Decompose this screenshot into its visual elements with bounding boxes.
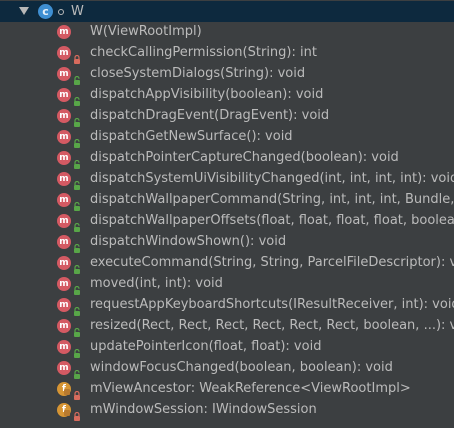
method-row[interactable]: m executeCommand(String, String, ParcelFi… <box>0 253 454 274</box>
method-row[interactable]: m checkCallingPermission(String): int <box>0 43 454 64</box>
method-icon: m <box>57 298 71 312</box>
structure-tree[interactable]: c W m W(ViewRootImpl) m checkCallingPermiss… <box>0 0 454 428</box>
method-label: executeCommand(String, String, ParcelFil… <box>90 255 454 270</box>
method-icon: m <box>57 319 71 333</box>
public-lock-icon <box>73 91 81 106</box>
method-row[interactable]: m resized(Rect, Rect, Rect, Rect, Rect, R… <box>0 316 454 337</box>
method-row[interactable]: m dispatchWindowShown(): void <box>0 232 454 253</box>
private-lock-icon <box>73 406 81 421</box>
public-lock-icon <box>73 70 81 85</box>
method-icon: m <box>57 214 71 228</box>
method-icon: m <box>57 172 71 186</box>
method-row[interactable]: m closeSystemDialogs(String): void <box>0 64 454 85</box>
method-label: moved(int, int): void <box>90 276 223 291</box>
class-label: W <box>71 4 84 19</box>
method-label: W(ViewRootImpl) <box>90 24 202 39</box>
public-lock-icon <box>73 112 81 127</box>
field-label: mWindowSession: IWindowSession <box>90 402 317 417</box>
package-private-visibility-icon <box>58 9 64 15</box>
method-label: dispatchAppVisibility(boolean): void <box>90 87 324 102</box>
method-label: dispatchGetNewSurface(): void <box>90 129 293 144</box>
method-label: windowFocusChanged(boolean, boolean): vo… <box>90 360 393 375</box>
method-row[interactable]: m W(ViewRootImpl) <box>0 22 454 43</box>
public-lock-icon <box>73 259 81 274</box>
private-lock-icon <box>64 410 70 416</box>
method-icon: m <box>57 130 71 144</box>
public-lock-icon <box>73 280 81 295</box>
private-lock-icon <box>73 385 81 400</box>
method-icon: m <box>57 235 71 249</box>
method-icon: m <box>57 46 71 60</box>
method-row[interactable]: m updatePointerIcon(float, float): void <box>0 337 454 358</box>
method-label: requestAppKeyboardShortcuts(IResultRecei… <box>90 297 454 312</box>
method-icon: m <box>57 25 71 39</box>
method-label: updatePointerIcon(float, float): void <box>90 339 322 354</box>
field-row[interactable]: fmViewAncestor: WeakReference<ViewRootIm… <box>0 379 454 400</box>
public-lock-icon <box>73 196 81 211</box>
method-row[interactable]: m dispatchWallpaperCommand(String, int, i… <box>0 190 454 211</box>
field-label: mViewAncestor: WeakReference<ViewRootImp… <box>90 381 411 396</box>
method-label: checkCallingPermission(String): int <box>90 45 317 60</box>
public-lock-icon <box>73 343 81 358</box>
method-row[interactable]: m dispatchDragEvent(DragEvent): void <box>0 106 454 127</box>
method-label: dispatchSystemUiVisibilityChanged(int, i… <box>90 171 454 186</box>
method-icon: m <box>57 361 71 375</box>
public-lock-icon <box>73 217 81 232</box>
public-lock-icon <box>73 133 81 148</box>
method-label: dispatchWallpaperOffsets(float, float, f… <box>90 213 454 228</box>
method-icon: m <box>57 256 71 270</box>
public-lock-icon <box>73 301 81 316</box>
method-label: dispatchWindowShown(): void <box>90 234 287 249</box>
method-row[interactable]: m dispatchWallpaperOffsets(float, float, … <box>0 211 454 232</box>
method-label: dispatchPointerCaptureChanged(boolean): … <box>90 150 399 165</box>
method-row[interactable]: m dispatchAppVisibility(boolean): void <box>0 85 454 106</box>
method-icon: m <box>57 340 71 354</box>
method-label: dispatchWallpaperCommand(String, int, in… <box>90 192 454 207</box>
method-row[interactable]: m moved(int, int): void <box>0 274 454 295</box>
method-icon: m <box>57 109 71 123</box>
method-label: resized(Rect, Rect, Rect, Rect, Rect, Re… <box>90 318 454 333</box>
method-icon: m <box>57 67 71 81</box>
method-row[interactable]: m windowFocusChanged(boolean, boolean): v… <box>0 358 454 379</box>
private-lock-icon <box>73 49 81 64</box>
public-lock-icon <box>73 364 81 379</box>
method-label: closeSystemDialogs(String): void <box>90 66 306 81</box>
method-row[interactable]: m dispatchSystemUiVisibilityChanged(int, … <box>0 169 454 190</box>
public-lock-icon <box>73 154 81 169</box>
method-row[interactable]: m dispatchPointerCaptureChanged(boolean):… <box>0 148 454 169</box>
class-node-w[interactable]: c W <box>0 1 454 22</box>
public-lock-icon <box>73 238 81 253</box>
expand-arrow-icon[interactable] <box>19 7 29 15</box>
public-lock-icon <box>73 322 81 337</box>
public-lock-icon <box>73 175 81 190</box>
field-row[interactable]: fmWindowSession: IWindowSession <box>0 400 454 421</box>
method-icon: m <box>57 151 71 165</box>
method-icon: m <box>57 193 71 207</box>
private-lock-icon <box>64 389 70 395</box>
method-icon: m <box>57 277 71 291</box>
method-icon: m <box>57 88 71 102</box>
method-row[interactable]: m requestAppKeyboardShortcuts(IResultRece… <box>0 295 454 316</box>
method-row[interactable]: m dispatchGetNewSurface(): void <box>0 127 454 148</box>
class-icon: c <box>38 4 53 19</box>
method-label: dispatchDragEvent(DragEvent): void <box>90 108 330 123</box>
